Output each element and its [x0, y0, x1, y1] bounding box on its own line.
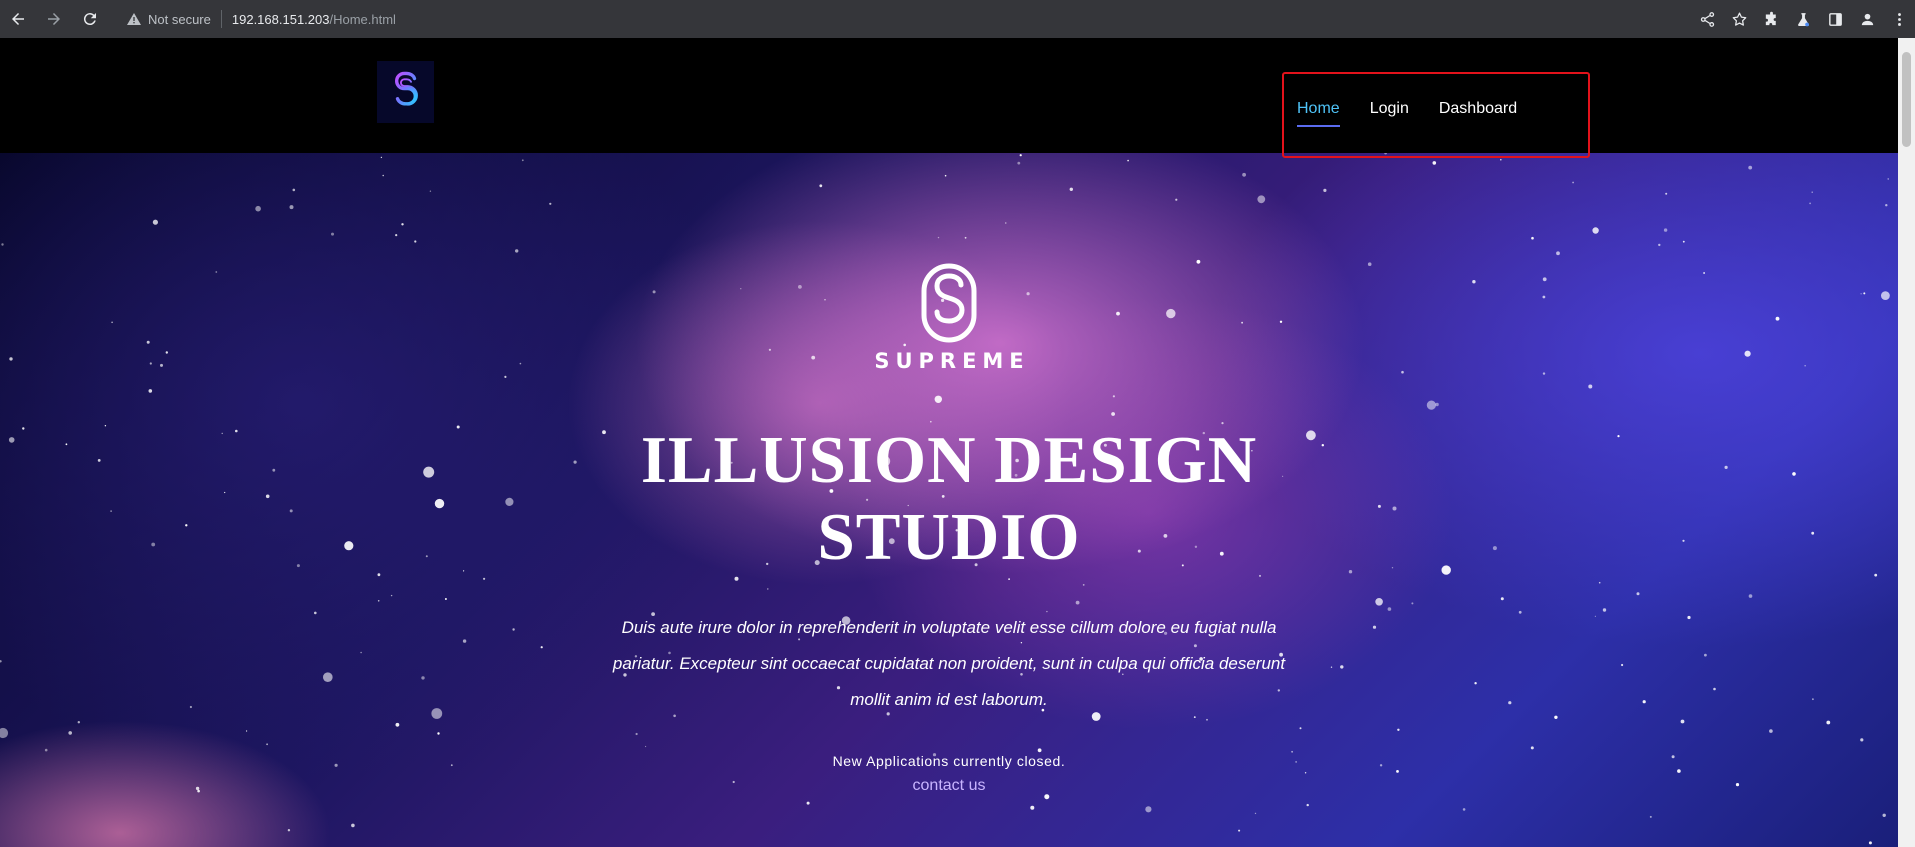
- browser-toolbar: Not secure 192.168.151.203/Home.html: [0, 0, 1915, 38]
- page-scrollbar[interactable]: [1898, 38, 1915, 847]
- more-vertical-icon: [1897, 12, 1901, 26]
- share-icon: [1700, 11, 1714, 27]
- back-button[interactable]: [0, 0, 36, 38]
- back-arrow-icon: [12, 13, 24, 25]
- applications-closed-note: New Applications currently closed.: [832, 753, 1066, 769]
- hero-title-line2: STUDIO: [817, 500, 1081, 574]
- hero-description: Duis aute irure dolor in reprehenderit i…: [574, 610, 1324, 718]
- labs-button[interactable]: [1787, 0, 1819, 38]
- nav-login[interactable]: Login: [1370, 100, 1409, 127]
- url-host: 192.168.151.203: [231, 11, 330, 27]
- bookmark-button[interactable]: [1723, 0, 1755, 38]
- side-panel-button[interactable]: [1819, 0, 1851, 38]
- extensions-button[interactable]: [1755, 0, 1787, 38]
- side-panel-icon: [1828, 12, 1842, 26]
- hero-title: ILLUSION DESIGN STUDIO: [449, 422, 1449, 576]
- share-button[interactable]: [1691, 0, 1723, 38]
- web-page: Home Login Dashboard SUPREME ILLUSION DE…: [0, 38, 1898, 847]
- main-nav: Home Login Dashboard: [1297, 100, 1517, 127]
- brand-name: SUPREME: [874, 349, 1030, 373]
- hero-desc-line1: Duis aute irure dolor in reprehenderit i…: [621, 618, 1277, 637]
- site-logo[interactable]: [377, 61, 434, 123]
- flask-icon: [1797, 12, 1809, 26]
- person-icon: [1861, 13, 1873, 25]
- nav-home[interactable]: Home: [1297, 100, 1340, 127]
- supreme-s-logo-icon: [394, 71, 418, 106]
- site-header: Home Login Dashboard: [0, 38, 1898, 158]
- reload-icon: [83, 13, 96, 26]
- reload-button[interactable]: [72, 0, 108, 38]
- warning-icon: [126, 11, 142, 27]
- contact-us-link[interactable]: contact us: [0, 777, 1898, 795]
- address-separator: [220, 10, 222, 28]
- url-path: /Home.html: [329, 11, 396, 27]
- hero-title-line1: ILLUSION DESIGN: [640, 423, 1258, 497]
- address-bar[interactable]: Not secure 192.168.151.203/Home.html: [112, 0, 396, 38]
- menu-button[interactable]: [1883, 0, 1915, 38]
- supreme-s-emblem-icon: [921, 263, 977, 343]
- security-status[interactable]: Not secure: [148, 12, 211, 27]
- hero-brand: SUPREME: [0, 263, 1898, 373]
- star-icon: [1732, 11, 1746, 26]
- toolbar-actions: [1691, 0, 1915, 38]
- nav-dashboard[interactable]: Dashboard: [1439, 100, 1517, 127]
- profile-button[interactable]: [1851, 0, 1883, 38]
- scrollbar-thumb[interactable]: [1902, 52, 1911, 147]
- hero-desc-line2: pariatur. Excepteur sint occaecat cupida…: [612, 654, 1286, 673]
- hero-desc-line3: mollit anim id est laborum.: [850, 690, 1048, 709]
- puzzle-icon: [1765, 11, 1776, 25]
- hero-section: SUPREME ILLUSION DESIGN STUDIO Duis aute…: [0, 153, 1898, 847]
- forward-arrow-icon: [48, 13, 60, 25]
- forward-button[interactable]: [36, 0, 72, 38]
